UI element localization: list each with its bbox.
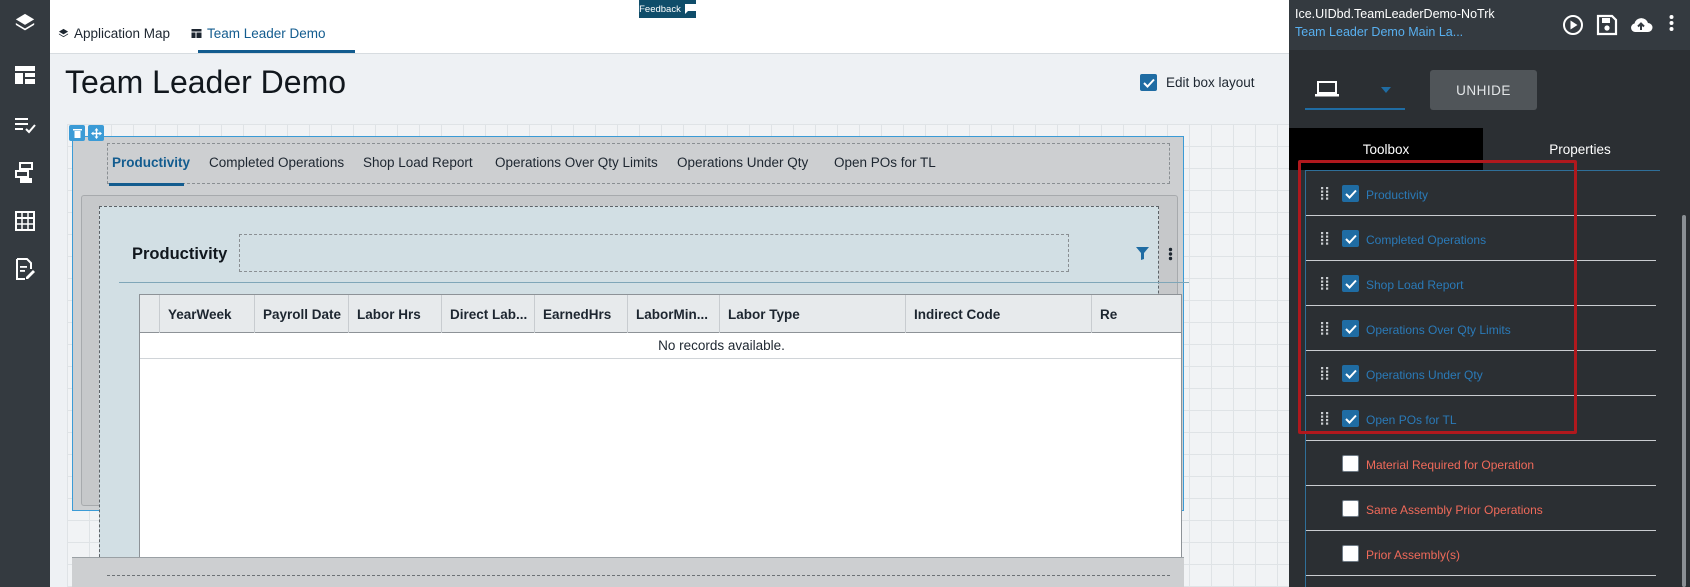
filter-icon[interactable] <box>1136 247 1149 265</box>
column-header[interactable]: Labor Hrs <box>348 295 441 333</box>
feedback-label: Feedback <box>639 3 681 15</box>
dashboard-layout-icon[interactable] <box>12 62 38 88</box>
more-options-icon[interactable] <box>1168 247 1173 266</box>
toolbox-item-label: Material Required for Operation <box>1366 458 1535 472</box>
lower-layout-slot <box>107 575 1170 587</box>
layout-icon <box>191 29 202 38</box>
inner-tab-strip: Productivity Completed Operations Shop L… <box>107 143 1170 184</box>
toolbox-item[interactable]: Same Assembly Prior Operations <box>1306 486 1656 531</box>
inner-tab-shop-load-report[interactable]: Shop Load Report <box>363 155 473 170</box>
edit-box-layout-checkbox[interactable] <box>1140 74 1157 91</box>
cloud-upload-icon[interactable] <box>1629 14 1653 41</box>
item-visibility-checkbox[interactable] <box>1342 545 1359 562</box>
play-icon[interactable] <box>1562 14 1584 41</box>
item-visibility-checkbox[interactable] <box>1342 500 1359 517</box>
edit-box-layout-toggle[interactable]: Edit box layout <box>1140 74 1255 91</box>
grid-header-row: YearWeek Payroll Date Labor Hrs Direct L… <box>140 295 1181 333</box>
toolbox-item-label: Prior Assembly(s) <box>1366 548 1461 562</box>
layers-icon <box>58 28 69 38</box>
tab-application-map[interactable]: Application Map <box>58 26 170 41</box>
data-flow-icon[interactable] <box>12 160 38 186</box>
inner-tab-operations-over-qty-limits[interactable]: Operations Over Qty Limits <box>495 155 658 170</box>
trash-icon <box>72 129 82 138</box>
side-panel-header: Ice.UIDbd.TeamLeaderDemo-NoTrk Team Lead… <box>1289 0 1690 50</box>
column-header[interactable]: Direct Lab... <box>441 295 534 333</box>
column-header[interactable]: LaborMin... <box>627 295 719 333</box>
panel-header-slot <box>239 234 1069 272</box>
inner-active-tab-indicator <box>109 183 184 186</box>
column-header[interactable]: Labor Type <box>719 295 905 333</box>
document-edit-icon[interactable] <box>12 256 38 282</box>
toolbox-item[interactable]: Prior Assembly(s) <box>1306 531 1656 576</box>
edit-box-layout-label: Edit box layout <box>1166 75 1255 90</box>
inner-tab-open-pos-for-tl[interactable]: Open POs for TL <box>834 155 936 170</box>
left-nav-rail <box>0 0 50 587</box>
tab-label: Application Map <box>74 26 171 41</box>
checklist-icon[interactable] <box>12 112 38 138</box>
laptop-icon <box>1315 81 1339 97</box>
layer-id-title: Ice.UIDbd.TeamLeaderDemo-NoTrk <box>1295 7 1495 21</box>
inner-tab-completed-operations[interactable]: Completed Operations <box>209 155 344 170</box>
column-header[interactable]: Payroll Date <box>254 295 348 333</box>
item-visibility-checkbox[interactable] <box>1342 455 1359 472</box>
check-icon <box>1142 78 1155 88</box>
active-tab-indicator <box>198 50 355 53</box>
box-tools <box>69 125 104 141</box>
chevron-down-icon <box>1381 87 1391 93</box>
device-select[interactable] <box>1305 70 1405 110</box>
layers-icon[interactable] <box>12 10 38 36</box>
tab-label: Team Leader Demo <box>207 26 326 41</box>
delete-box-button[interactable] <box>69 125 85 141</box>
productivity-grid: YearWeek Payroll Date Labor Hrs Direct L… <box>139 294 1182 587</box>
save-icon[interactable] <box>1596 14 1618 41</box>
chat-bubble-icon <box>684 4 696 14</box>
inner-tab-operations-under-qty[interactable]: Operations Under Qty <box>677 155 808 170</box>
column-header[interactable]: Re <box>1091 295 1181 333</box>
inner-tab-productivity[interactable]: Productivity <box>112 155 190 170</box>
column-header[interactable]: EarnedHrs <box>534 295 627 333</box>
toolbox-item-label: Same Assembly Prior Operations <box>1366 503 1543 517</box>
move-icon <box>90 127 102 139</box>
panel-title: Productivity <box>132 245 228 263</box>
tab-team-leader-demo[interactable]: Team Leader Demo <box>191 26 326 41</box>
move-box-button[interactable] <box>88 125 104 141</box>
column-header[interactable]: YearWeek <box>159 295 254 333</box>
empty-grid-message: No records available. <box>140 333 1181 359</box>
side-panel-scrollbar[interactable] <box>1682 215 1686 587</box>
column-header[interactable]: Indirect Code <box>905 295 1091 333</box>
page-title: Team Leader Demo <box>65 64 347 100</box>
table-grid-icon[interactable] <box>12 208 38 234</box>
unhide-button[interactable]: UNHIDE <box>1430 70 1537 110</box>
feedback-button[interactable]: Feedback <box>639 0 696 18</box>
highlight-annotation <box>1298 160 1577 434</box>
top-tab-bar: Application Map Team Leader Demo Feedbac… <box>50 0 1289 54</box>
panel-divider <box>119 282 1189 283</box>
layer-subtitle-link[interactable]: Team Leader Demo Main La... <box>1295 25 1463 39</box>
toolbox-item[interactable]: Material Required for Operation <box>1306 441 1656 486</box>
more-vertical-icon[interactable] <box>1669 14 1674 37</box>
